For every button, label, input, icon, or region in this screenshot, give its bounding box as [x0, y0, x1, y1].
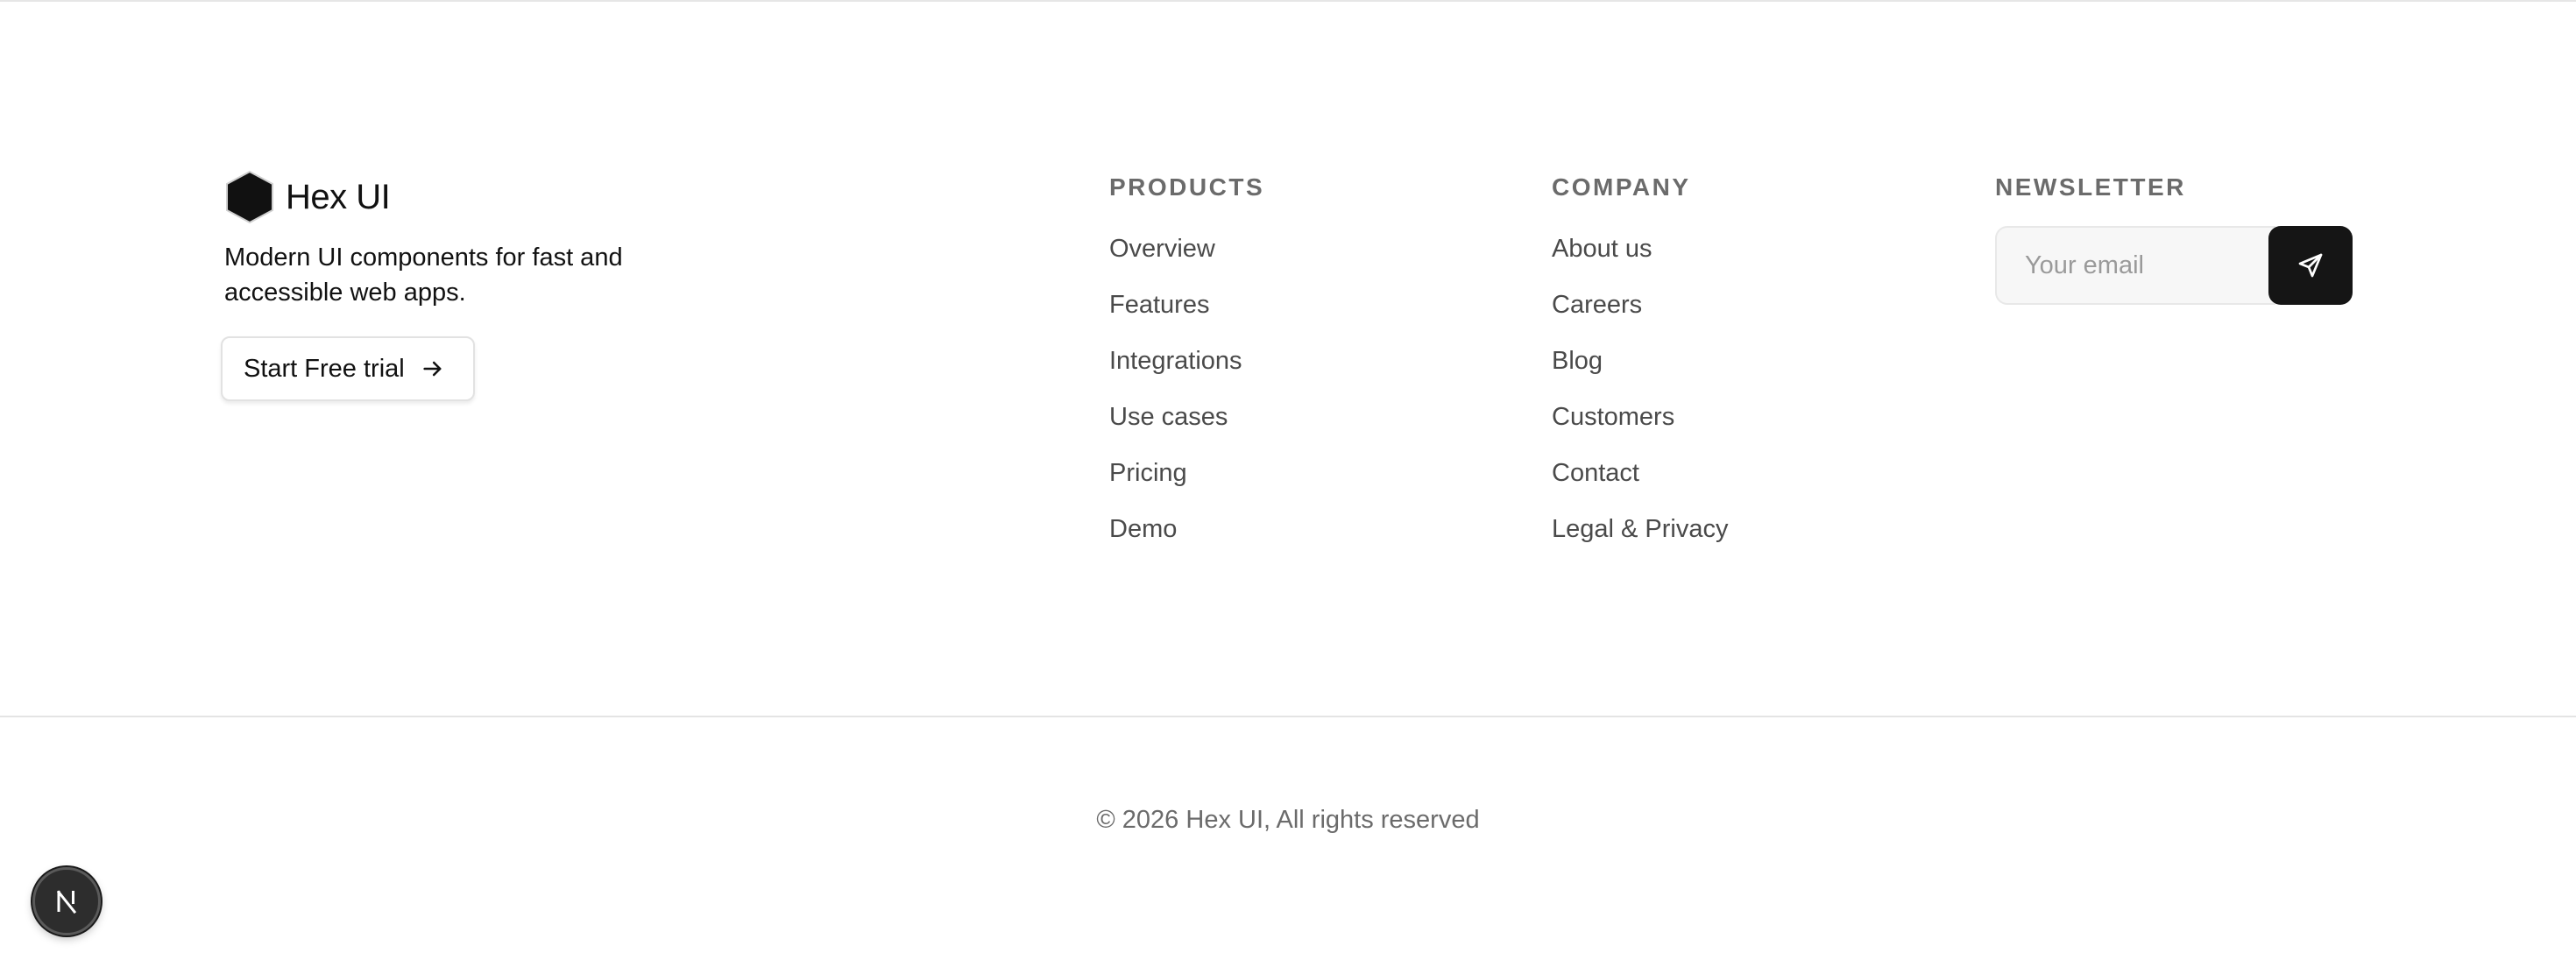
- company-link-blog[interactable]: Blog: [1552, 347, 1603, 375]
- company-link-contact[interactable]: Contact: [1552, 459, 1639, 487]
- brand-section: Hex UI Modern UI components for fast and…: [221, 170, 768, 401]
- products-link-use-cases[interactable]: Use cases: [1109, 403, 1228, 431]
- company-links: About us Careers Blog Customers Contact …: [1552, 231, 1729, 568]
- company-column: COMPANY About us Careers Blog Customers …: [1552, 172, 1729, 568]
- brand-tagline: Modern UI components for fast and access…: [224, 244, 623, 307]
- company-heading: COMPANY: [1552, 173, 1691, 201]
- products-link-overview[interactable]: Overview: [1109, 235, 1215, 263]
- products-link-demo[interactable]: Demo: [1109, 515, 1177, 543]
- dev-tools-badge[interactable]: [32, 867, 101, 935]
- products-link-features[interactable]: Features: [1109, 291, 1209, 319]
- logo[interactable]: Hex UI: [224, 170, 768, 224]
- company-link-customers[interactable]: Customers: [1552, 403, 1674, 431]
- newsletter-email-input[interactable]: [1995, 226, 2275, 305]
- products-link-pricing[interactable]: Pricing: [1109, 459, 1187, 487]
- newsletter-form: [1995, 226, 2353, 305]
- company-link-careers[interactable]: Careers: [1552, 291, 1642, 319]
- copyright-text: © 2026 Hex UI, All rights reserved: [1096, 806, 1480, 834]
- start-free-trial-label: Start Free trial: [244, 354, 405, 383]
- newsletter-submit-button[interactable]: [2268, 226, 2353, 305]
- brand-name: Hex UI: [286, 177, 391, 216]
- start-free-trial-button[interactable]: Start Free trial: [221, 336, 475, 401]
- send-icon: [2298, 253, 2323, 278]
- products-heading: PRODUCTS: [1109, 173, 1265, 201]
- bottom-divider: [0, 716, 2576, 717]
- company-link-legal-privacy[interactable]: Legal & Privacy: [1552, 515, 1729, 543]
- footer-page: Hex UI Modern UI components for fast and…: [0, 0, 2576, 967]
- products-column: PRODUCTS Overview Features Integrations …: [1109, 172, 1264, 568]
- products-links: Overview Features Integrations Use cases…: [1109, 231, 1264, 568]
- products-link-integrations[interactable]: Integrations: [1109, 347, 1242, 375]
- top-divider: [0, 0, 2576, 2]
- newsletter-column: NEWSLETTER: [1995, 172, 2353, 305]
- hexagon-icon: [226, 170, 273, 224]
- nextjs-logo-icon: [56, 890, 77, 914]
- arrow-right-icon: [423, 361, 442, 377]
- newsletter-heading: NEWSLETTER: [1995, 173, 2186, 201]
- company-link-about-us[interactable]: About us: [1552, 235, 1652, 263]
